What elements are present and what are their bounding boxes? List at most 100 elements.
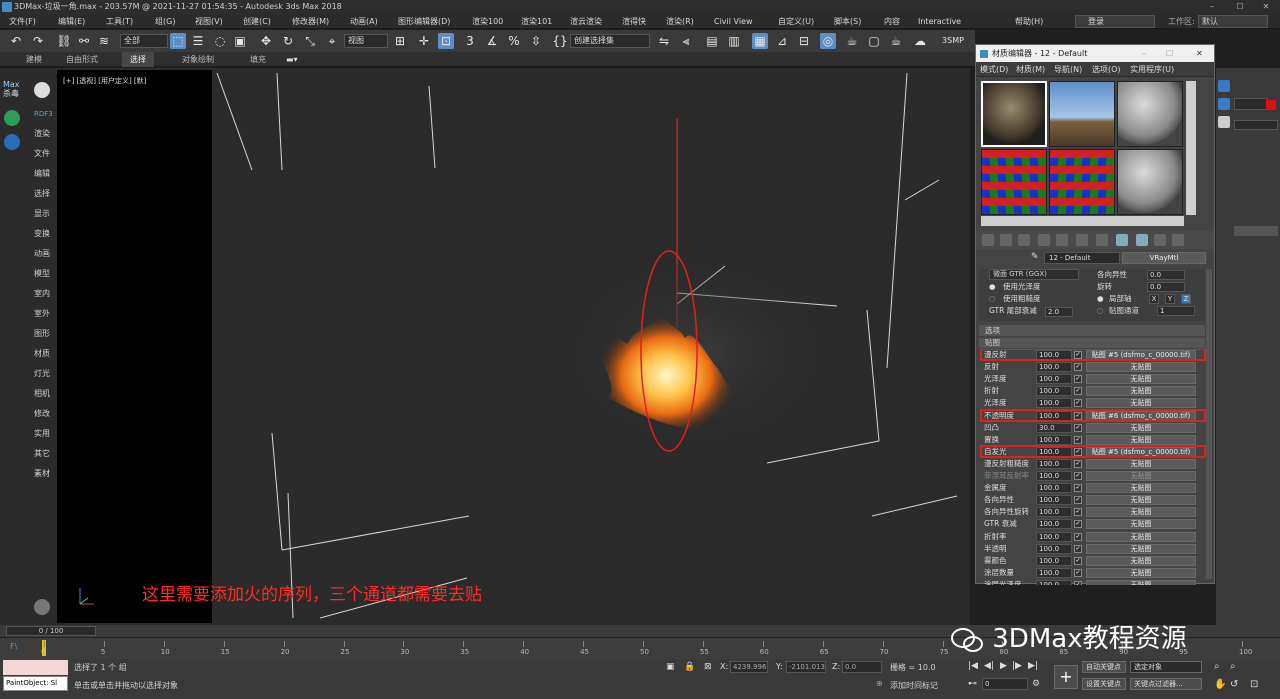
map-slot-checkbox[interactable]: ✓ (1074, 544, 1082, 553)
selection-filter-dropdown[interactable]: 全部 (120, 34, 168, 48)
map-slot-button[interactable]: 无贴图 (1086, 458, 1196, 469)
map-slot-button[interactable]: 无贴图 (1086, 362, 1196, 373)
named-selection-dropdown[interactable]: 创建选择集 (570, 34, 650, 48)
leftbar-exterior[interactable]: 室外 (34, 308, 50, 319)
y-coordinate[interactable]: -2101.013 (786, 661, 826, 673)
map-slot-button[interactable]: 无贴图 (1086, 567, 1196, 578)
me-close-icon[interactable]: ✕ (1196, 45, 1203, 62)
map-slot-amount[interactable]: 100.0 (1036, 579, 1072, 585)
make-unique-icon[interactable] (1056, 234, 1068, 246)
map-slot-checkbox[interactable]: ✓ (1074, 556, 1082, 565)
map-slot-amount[interactable]: 100.0 (1036, 398, 1072, 409)
material-slot-3[interactable] (1117, 81, 1183, 147)
link-icon[interactable]: ⛓ (56, 33, 72, 49)
modify-tab-icon[interactable] (1218, 98, 1230, 110)
map-slot-checkbox[interactable]: ✓ (1074, 459, 1082, 468)
params-scrollbar[interactable] (1206, 269, 1212, 579)
menu-views[interactable]: 视图(V) (195, 14, 223, 29)
time-slider[interactable]: 0 / 100 (6, 626, 96, 636)
create-tab-icon[interactable] (1218, 80, 1230, 92)
panel-icon-row[interactable] (1234, 226, 1278, 236)
leftbar-other[interactable]: 其它 (34, 448, 50, 459)
material-editor-icon[interactable]: ◎ (820, 33, 836, 49)
rotate-icon[interactable]: ↻ (280, 33, 296, 49)
tab-modeling[interactable]: 建模 (26, 52, 42, 67)
gtr-tail-value[interactable]: 2.0 (1045, 307, 1073, 317)
brdf-dropdown[interactable]: 微面 GTR (GGX) (989, 269, 1079, 280)
use-gloss-radio[interactable]: ● (989, 281, 996, 293)
map-slot-amount[interactable]: 100.0 (1036, 507, 1072, 518)
map-slot-amount[interactable]: 100.0 (1036, 531, 1072, 542)
map-slot-checkbox[interactable]: ✓ (1074, 532, 1082, 541)
add-time-tag[interactable]: 添加时间标记 (890, 680, 938, 691)
material-type-button[interactable]: VRayMtl (1122, 252, 1206, 264)
leftbar-camera[interactable]: 相机 (34, 388, 50, 399)
rendered-frame-window-icon[interactable]: ▢ (866, 33, 882, 49)
menu-customize[interactable]: 自定义(U) (778, 14, 814, 29)
region-select-icon[interactable]: ◌ (212, 33, 228, 49)
tab-freeform[interactable]: 自由形式 (66, 52, 98, 67)
auto-key-button[interactable]: 自动关键点 (1082, 661, 1126, 673)
material-name-field[interactable]: 12 - Default (1044, 252, 1120, 264)
me-menu-mode[interactable]: 模式(D) (980, 62, 1008, 77)
map-slot-checkbox[interactable]: ✓ (1074, 472, 1082, 480)
anisotropy-value[interactable]: 0.0 (1147, 270, 1185, 280)
key-filters-button[interactable]: 关键点过滤器... (1130, 678, 1202, 690)
ribbon-options-icon[interactable]: ▬▾ (286, 52, 298, 67)
zoom-icon[interactable]: ⌕ (1214, 661, 1220, 672)
placement-icon[interactable]: ⌖ (324, 33, 340, 49)
bind-space-warp-icon[interactable]: ≋ (96, 33, 112, 49)
map-slot-button[interactable]: 无贴图 (1086, 434, 1196, 445)
slots-vscrollbar[interactable] (1186, 81, 1196, 215)
map-slot-checkbox[interactable]: ✓ (1074, 375, 1082, 384)
menu-content[interactable]: 内容 (884, 14, 900, 29)
me-maximize-icon[interactable]: ☐ (1166, 45, 1173, 62)
edit-named-sets-icon[interactable]: {} (552, 33, 568, 49)
leftbar-display[interactable]: 显示 (34, 208, 50, 219)
leftbar-shapes[interactable]: 图形 (34, 328, 50, 339)
render-iterative-icon[interactable]: ☁ (912, 33, 928, 49)
map-slot-checkbox[interactable]: ✓ (1074, 520, 1082, 529)
reset-map-icon[interactable] (1038, 234, 1050, 246)
go-to-start-icon[interactable]: |◀ (968, 661, 978, 671)
axis-x[interactable]: X (1149, 294, 1159, 304)
curve-editor-icon[interactable]: ⊿ (774, 33, 790, 49)
map-slot-amount[interactable]: 100.0 (1036, 386, 1072, 397)
angle-snap-icon[interactable]: ∡ (484, 33, 500, 49)
menu-file[interactable]: 文件(F) (9, 14, 36, 29)
me-menu-utilities[interactable]: 实用程序(U) (1130, 62, 1174, 77)
material-slot-6[interactable] (1117, 149, 1183, 215)
menu-civil-view[interactable]: Civil View (714, 14, 753, 29)
keyboard-shortcut-icon[interactable]: ⊡ (438, 33, 454, 49)
menu-edit[interactable]: 编辑(E) (58, 14, 85, 29)
object-color-swatch[interactable] (1266, 100, 1276, 110)
workspace-select[interactable]: 默认 (1198, 15, 1268, 28)
menu-render101[interactable]: 渲染101 (521, 14, 552, 29)
leftbar-interior[interactable]: 室内 (34, 288, 50, 299)
time-config-icon[interactable]: ⚙ (1032, 679, 1040, 689)
rotation-value[interactable]: 0.0 (1147, 282, 1185, 292)
me-menu-navigation[interactable]: 导航(N) (1054, 62, 1082, 77)
map-slot-button[interactable]: 无贴图 (1086, 374, 1196, 385)
leftbar-select[interactable]: 选择 (34, 188, 50, 199)
options-rollout[interactable]: 选项 (979, 325, 1205, 336)
move-icon[interactable]: ✥ (258, 33, 274, 49)
map-slot-amount[interactable]: 100.0 (1036, 495, 1072, 506)
menu-interactive[interactable]: Interactive (918, 14, 961, 29)
render-3sm-icon[interactable]: 3SMP (940, 33, 966, 49)
z-coordinate[interactable]: 0.0 (842, 661, 882, 673)
map-channel-value[interactable]: 1 (1157, 306, 1195, 316)
tab-object-paint[interactable]: 对象绘制 (182, 52, 214, 67)
plugin-shield-blue-icon[interactable] (4, 134, 20, 150)
pivot-center-icon[interactable]: ⊞ (392, 33, 408, 49)
map-slot-amount[interactable]: 100.0 (1036, 543, 1072, 554)
leftbar-render[interactable]: 渲染 (34, 128, 50, 139)
local-axis-radio[interactable]: ● (1097, 293, 1104, 305)
set-key-button[interactable]: 设置关键点 (1082, 678, 1126, 690)
hierarchy-tab-icon[interactable] (1218, 116, 1230, 128)
map-slot-checkbox[interactable]: ✓ (1074, 363, 1082, 372)
map-slot-button[interactable]: 无贴图 (1086, 579, 1196, 585)
map-slot-amount[interactable]: 100.0 (1036, 567, 1072, 578)
assign-to-selection-icon[interactable] (1018, 234, 1030, 246)
map-slot-amount[interactable]: 30.0 (1036, 422, 1072, 433)
